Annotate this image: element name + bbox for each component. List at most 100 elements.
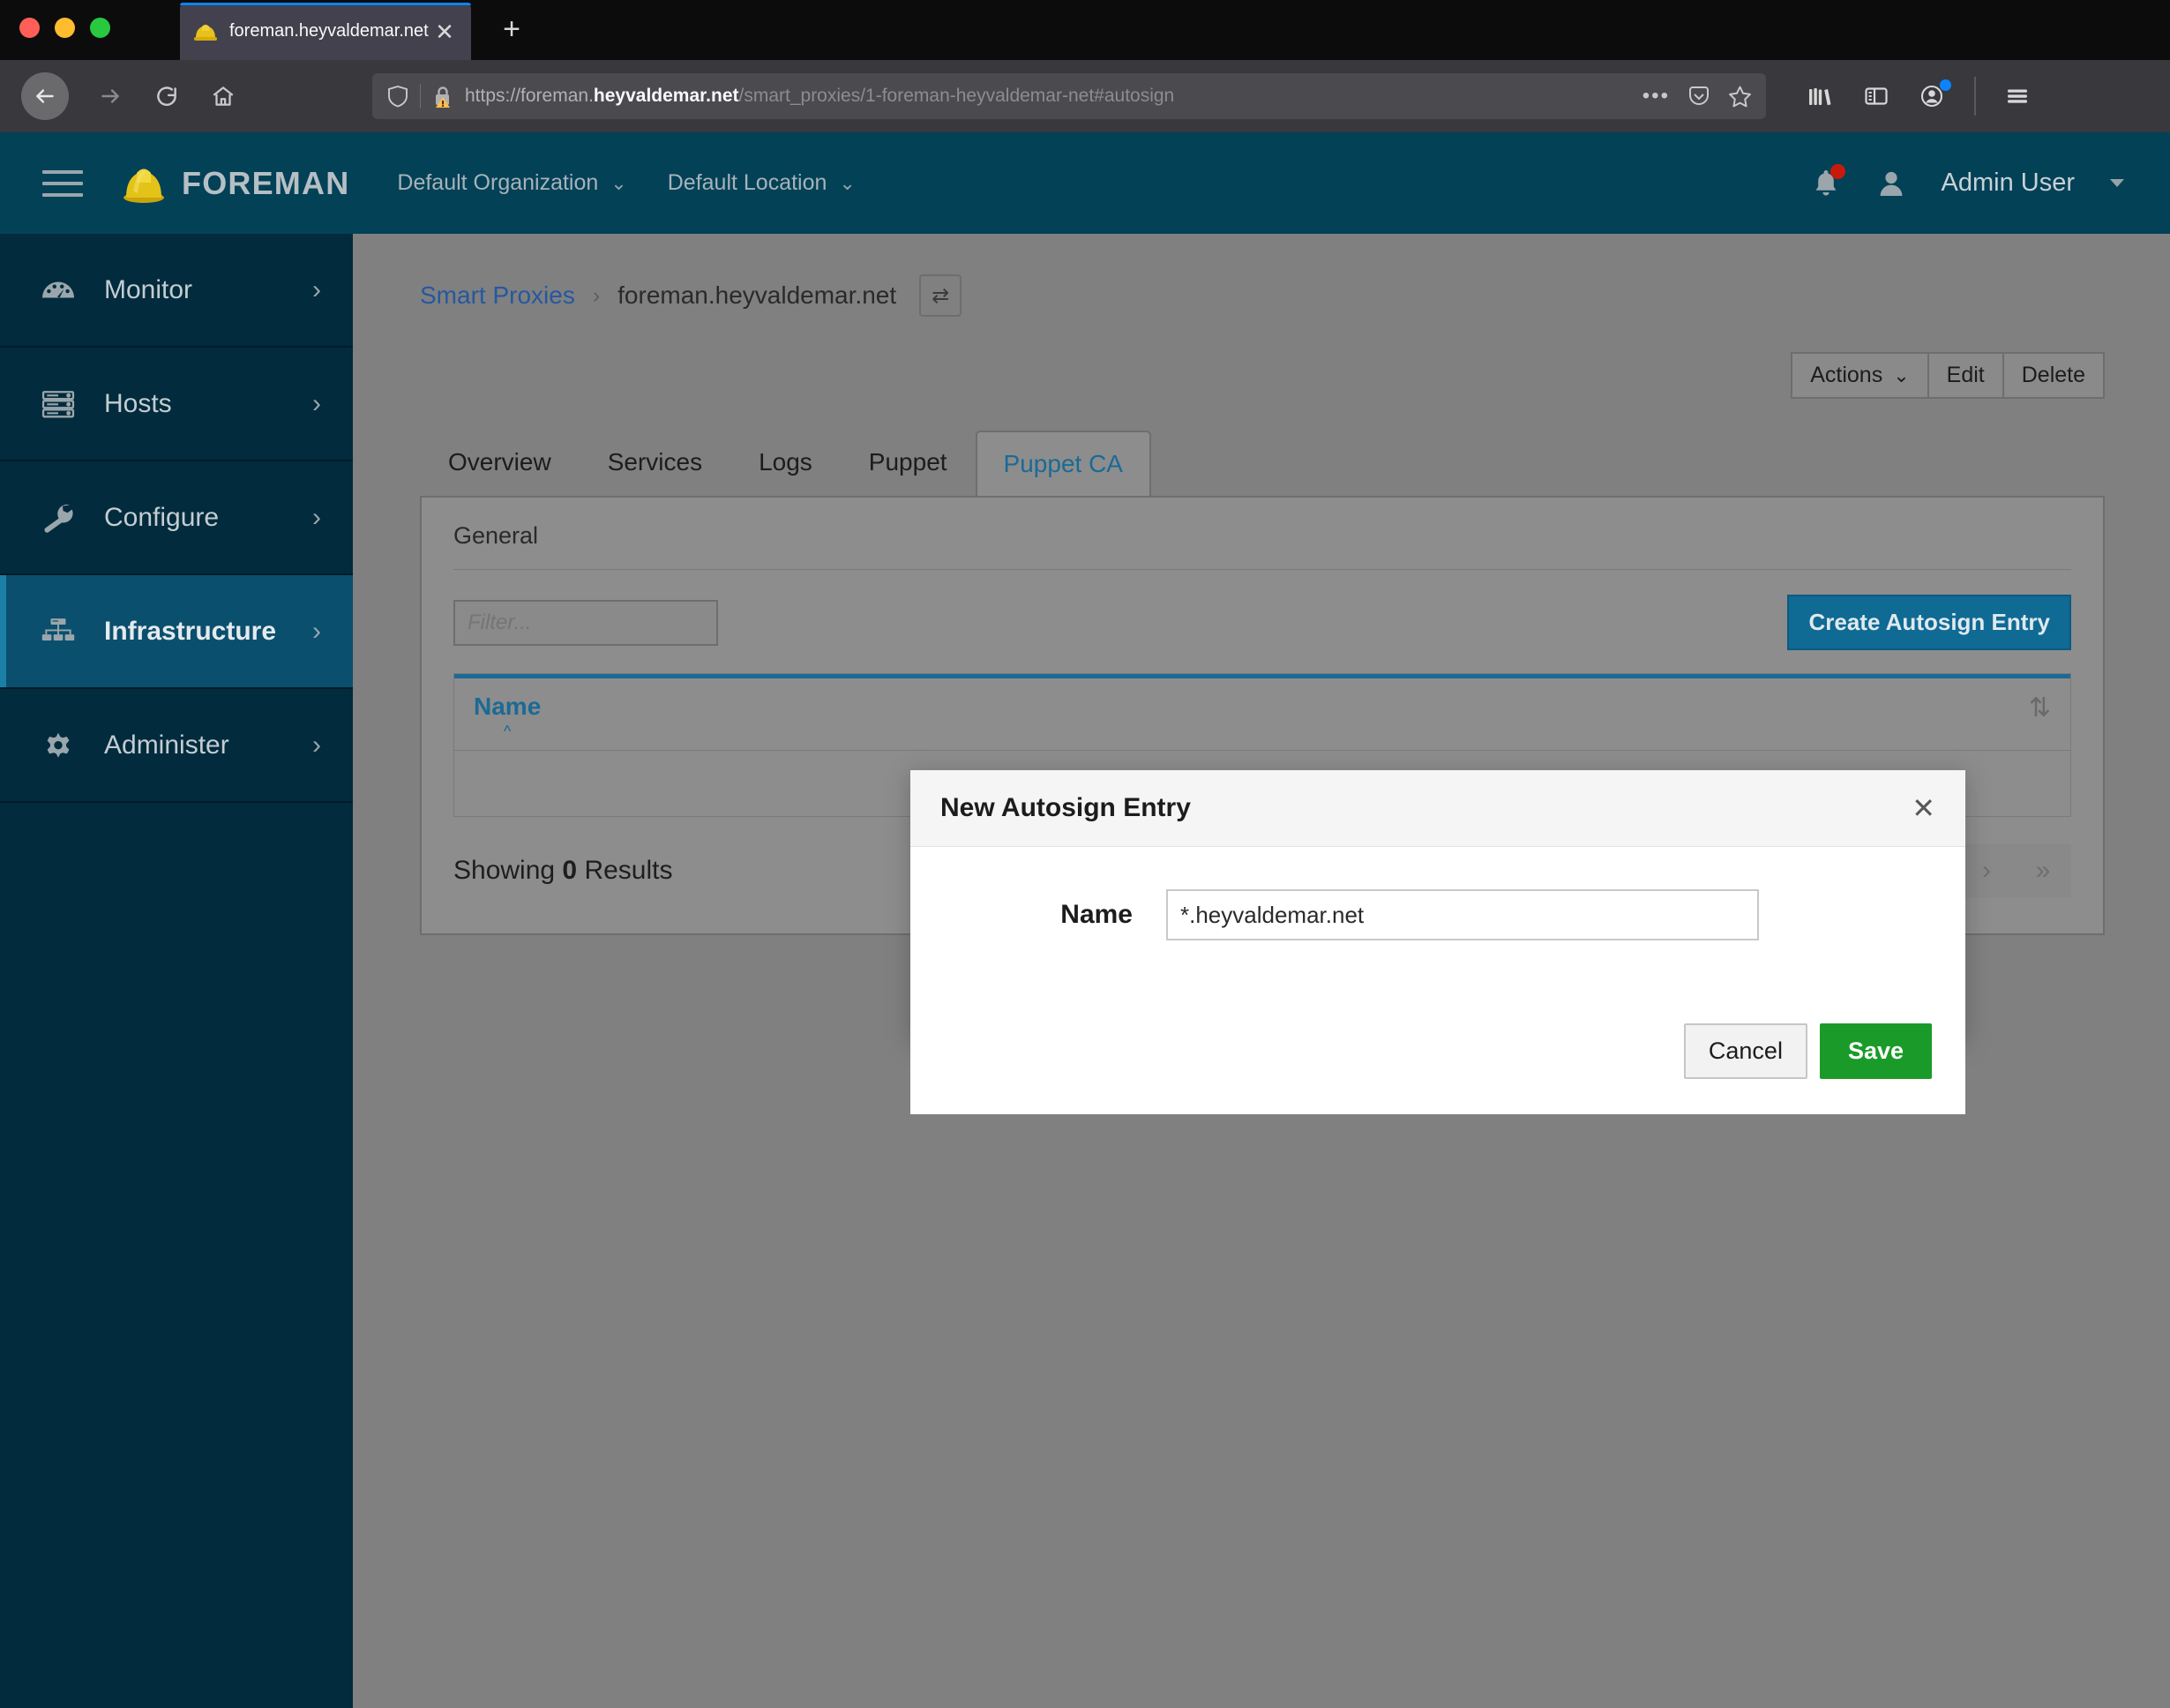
sidebar-item-label: Infrastructure bbox=[104, 616, 277, 646]
close-icon[interactable]: ✕ bbox=[430, 20, 459, 43]
organization-selector[interactable]: Default Organization ⌄ bbox=[397, 170, 626, 196]
page-action-buttons: Actions ⌄ Edit Delete bbox=[353, 317, 2170, 399]
showing-suffix: Results bbox=[577, 856, 673, 885]
edit-button[interactable]: Edit bbox=[1927, 352, 2004, 399]
maximize-window-button[interactable] bbox=[90, 18, 110, 38]
sidebar-item-label: Hosts bbox=[104, 388, 172, 418]
sidebar-icon[interactable] bbox=[1861, 81, 1891, 111]
panel-toolbar: Create Autosign Entry bbox=[453, 595, 2071, 650]
notification-badge bbox=[1830, 163, 1845, 179]
nav-toggle-button[interactable] bbox=[42, 169, 83, 197]
sidebar-item-hosts[interactable]: Hosts › bbox=[0, 348, 353, 461]
pagination-next-button[interactable]: › bbox=[1958, 843, 2015, 898]
toolbar-divider bbox=[1974, 77, 1976, 116]
new-autosign-entry-modal: New Autosign Entry ✕ Name Cancel Save bbox=[910, 770, 1965, 1114]
browser-toolbar-right bbox=[1782, 77, 2032, 116]
user-name-label[interactable]: Admin User bbox=[1942, 169, 2076, 198]
chevron-right-icon: › bbox=[592, 282, 601, 308]
sidebar-item-configure[interactable]: Configure › bbox=[0, 461, 353, 575]
save-button[interactable]: Save bbox=[1819, 1023, 1932, 1079]
name-field-label: Name bbox=[1060, 900, 1133, 929]
close-window-button[interactable] bbox=[19, 18, 40, 38]
chevron-down-icon[interactable] bbox=[2110, 179, 2124, 187]
hamburger-menu-icon[interactable] bbox=[2002, 81, 2032, 111]
sidebar-item-label: Monitor bbox=[104, 274, 193, 304]
breadcrumb: Smart Proxies › foreman.heyvaldemar.net … bbox=[353, 234, 2170, 317]
table-header-row: Name ^ ⇅ bbox=[454, 674, 2070, 751]
library-icon[interactable] bbox=[1805, 81, 1835, 111]
hardhat-logo-icon bbox=[120, 163, 168, 204]
new-tab-button[interactable]: + bbox=[494, 14, 529, 44]
chevron-down-icon: ⌄ bbox=[839, 171, 856, 194]
forward-arrow-icon[interactable] bbox=[90, 76, 131, 116]
tab-services[interactable]: Services bbox=[580, 429, 730, 496]
location-label: Default Location bbox=[667, 170, 827, 195]
location-selector[interactable]: Default Location ⌄ bbox=[668, 170, 856, 196]
cancel-button[interactable]: Cancel bbox=[1683, 1023, 1807, 1079]
hardhat-icon bbox=[192, 20, 219, 43]
filter-input[interactable] bbox=[453, 599, 718, 646]
pagination-last-button[interactable]: » bbox=[2015, 843, 2071, 898]
window-traffic-lights[interactable] bbox=[19, 18, 110, 38]
sidebar-item-monitor[interactable]: Monitor › bbox=[0, 234, 353, 348]
server-rack-icon bbox=[39, 388, 85, 420]
main-content: Smart Proxies › foreman.heyvaldemar.net … bbox=[353, 234, 2170, 1708]
results-count-label: Showing 0 Results bbox=[453, 856, 672, 886]
name-form-row: Name bbox=[910, 889, 1965, 940]
account-notification-dot bbox=[1940, 79, 1951, 91]
reload-icon[interactable] bbox=[146, 76, 187, 116]
showing-count: 0 bbox=[562, 856, 578, 885]
sidebar-item-label: Configure bbox=[104, 502, 220, 532]
foreman-logo[interactable]: FOREMAN bbox=[120, 163, 349, 204]
modal-footer: Cancel Save bbox=[910, 972, 1965, 1114]
modal-header: New Autosign Entry ✕ bbox=[910, 770, 1965, 847]
insecure-lock-warning-icon[interactable] bbox=[431, 84, 454, 109]
dashboard-icon bbox=[39, 274, 85, 306]
back-arrow-icon[interactable] bbox=[21, 72, 69, 120]
delete-button[interactable]: Delete bbox=[2002, 352, 2105, 399]
wrench-icon bbox=[39, 502, 85, 534]
chevron-right-icon: › bbox=[312, 388, 321, 418]
breadcrumb-switcher-icon[interactable]: ⇄ bbox=[919, 274, 962, 317]
sort-toggle-icon[interactable]: ⇅ bbox=[2029, 693, 2051, 723]
avatar[interactable] bbox=[1876, 169, 1906, 199]
context-selectors: Default Organization ⌄ Default Location … bbox=[397, 170, 855, 196]
brand-name: FOREMAN bbox=[182, 164, 350, 201]
browser-navbar: https://foreman.heyvaldemar.net/smart_pr… bbox=[0, 60, 2170, 132]
actions-dropdown-button[interactable]: Actions ⌄ bbox=[1791, 352, 1929, 399]
bookmark-star-icon[interactable] bbox=[1728, 85, 1752, 109]
tracking-protection-shield-icon[interactable] bbox=[386, 84, 409, 109]
modal-title: New Autosign Entry bbox=[940, 793, 1191, 822]
name-input[interactable] bbox=[1166, 889, 1759, 940]
pocket-icon[interactable] bbox=[1687, 85, 1710, 108]
tab-logs[interactable]: Logs bbox=[730, 429, 841, 496]
sidebar-item-infrastructure[interactable]: Infrastructure › bbox=[0, 575, 353, 689]
table-column-name[interactable]: Name ^ bbox=[474, 693, 541, 741]
tab-puppet-ca[interactable]: Puppet CA bbox=[975, 431, 1151, 498]
tab-puppet[interactable]: Puppet bbox=[841, 429, 976, 496]
organization-label: Default Organization bbox=[397, 170, 599, 195]
url-path: /smart_proxies/1-foreman-heyvaldemar-net… bbox=[738, 86, 1175, 106]
breadcrumb-link-smart-proxies[interactable]: Smart Proxies bbox=[420, 281, 575, 310]
url-divider bbox=[420, 84, 421, 109]
url-scheme: https://foreman. bbox=[465, 86, 594, 106]
tab-overview[interactable]: Overview bbox=[420, 429, 580, 496]
url-text[interactable]: https://foreman.heyvaldemar.net/smart_pr… bbox=[465, 86, 1632, 107]
home-icon[interactable] bbox=[203, 76, 243, 116]
app-header: FOREMAN Default Organization ⌄ Default L… bbox=[0, 132, 2170, 234]
chevron-right-icon: › bbox=[312, 274, 321, 304]
browser-titlebar: foreman.heyvaldemar.net ✕ + bbox=[0, 0, 2170, 60]
page-actions-more-icon[interactable]: ••• bbox=[1642, 84, 1670, 109]
sidebar: Monitor › Hosts › Configure › Infrastruc… bbox=[0, 234, 353, 1708]
create-autosign-entry-button[interactable]: Create Autosign Entry bbox=[1787, 595, 2071, 650]
chevron-right-icon: › bbox=[312, 502, 321, 532]
browser-tab[interactable]: foreman.heyvaldemar.net ✕ bbox=[180, 3, 471, 60]
account-icon[interactable] bbox=[1918, 79, 1951, 111]
actions-label: Actions bbox=[1810, 363, 1883, 387]
url-bar[interactable]: https://foreman.heyvaldemar.net/smart_pr… bbox=[372, 73, 1766, 119]
close-icon[interactable]: ✕ bbox=[1912, 794, 1935, 822]
minimize-window-button[interactable] bbox=[55, 18, 75, 38]
browser-tab-title: foreman.heyvaldemar.net bbox=[229, 21, 429, 41]
sidebar-item-administer[interactable]: Administer › bbox=[0, 689, 353, 803]
bell-icon[interactable] bbox=[1811, 163, 1845, 200]
